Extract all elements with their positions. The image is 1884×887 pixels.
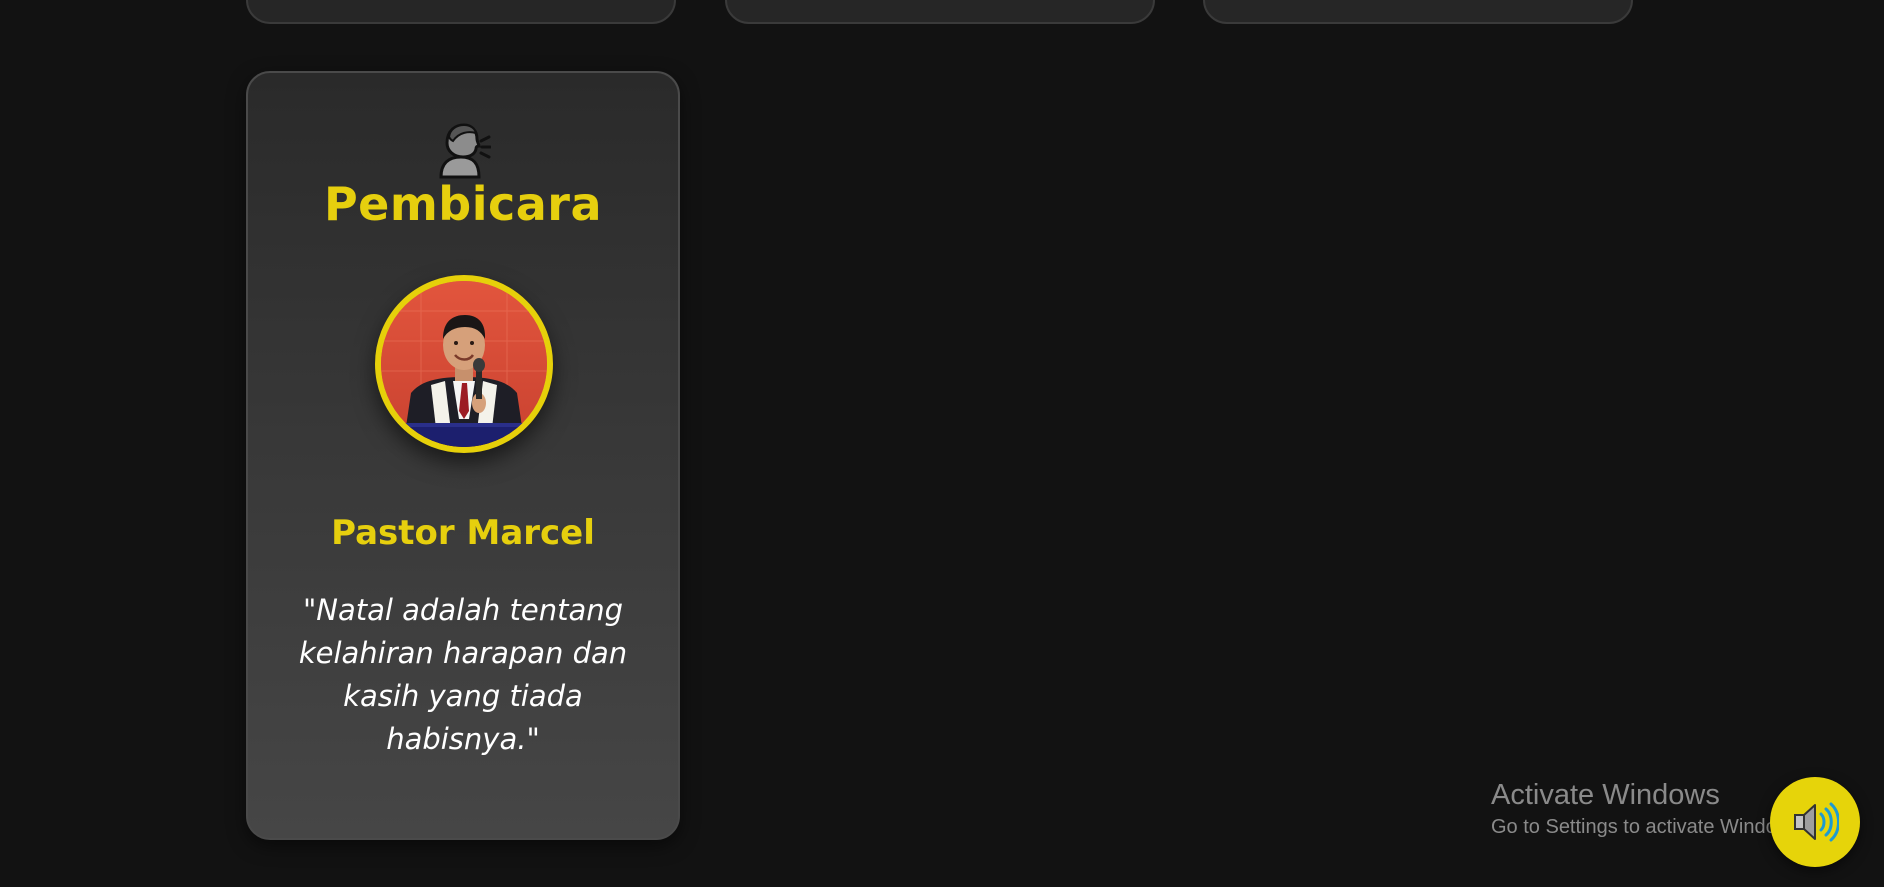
watermark-subtitle: Go to Settings to activate Windows. bbox=[1491, 816, 1807, 838]
page: Pembicara Pastor Marcel "Natal adalah te… bbox=[0, 0, 1884, 887]
speaker-quote: "Natal adalah tentang kelahiran harapan … bbox=[298, 593, 628, 756]
speaker-name: Pastor Marcel bbox=[331, 513, 595, 553]
event-card-top-2 bbox=[725, 0, 1155, 24]
speaker-card: Pembicara Pastor Marcel "Natal adalah te… bbox=[246, 71, 680, 840]
speaker-avatar bbox=[375, 275, 553, 453]
event-card-top-1 bbox=[246, 0, 676, 24]
event-card-top-3 bbox=[1203, 0, 1633, 24]
section-title: Pembicara bbox=[323, 177, 603, 231]
music-toggle-button[interactable] bbox=[1770, 777, 1860, 867]
speaking-head-icon bbox=[435, 121, 492, 179]
speaker-volume-icon bbox=[1794, 802, 1839, 842]
